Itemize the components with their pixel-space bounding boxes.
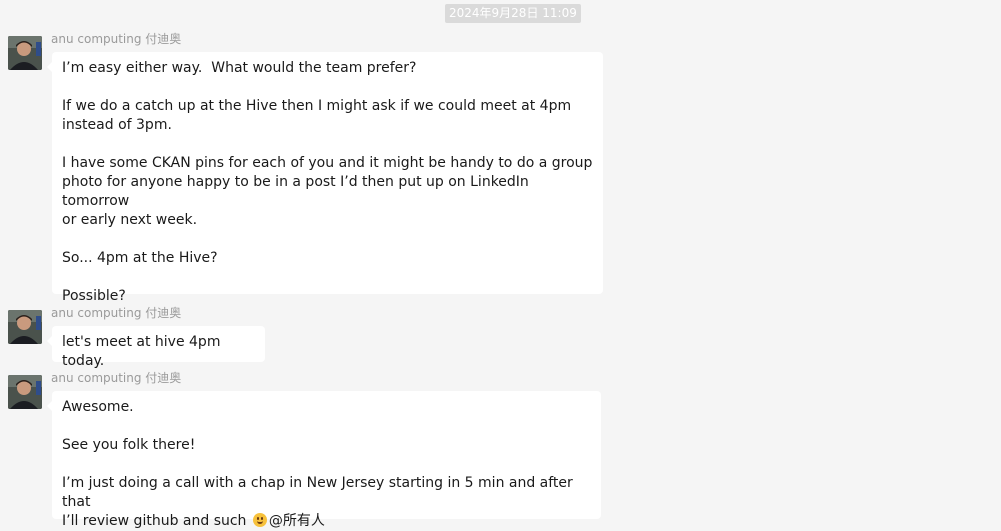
avatar[interactable] <box>8 36 42 70</box>
avatar[interactable] <box>8 310 42 344</box>
chat-window: 2024年9月28日 11:09 anu computing 付迪奥 I’m e… <box>0 0 1001 531</box>
message-text: If we do a catch up at the Hive then I m… <box>62 98 572 133</box>
timestamp: 2024年9月28日 11:09 <box>445 4 581 23</box>
avatar-photo-icon <box>8 375 42 409</box>
message-text: Possible? <box>62 288 126 304</box>
mention[interactable]: @所有人 <box>269 513 325 529</box>
message-bubble[interactable]: let's meet at hive 4pm today. <box>47 326 265 369</box>
sender-name: anu computing 付迪奥 <box>51 32 182 46</box>
sender-name: anu computing 付迪奥 <box>51 371 182 385</box>
avatar-photo-icon <box>8 310 42 344</box>
message-text: See you folk there! <box>62 437 196 453</box>
message-text: I’m just doing a call with a chap in New… <box>62 474 591 531</box>
message-text: let's meet at hive 4pm today. <box>62 334 225 369</box>
message-text: Awesome. <box>62 399 134 415</box>
avatar[interactable] <box>8 375 42 409</box>
message-bubble[interactable]: I’m easy either way. What would the team… <box>47 52 603 304</box>
message-bubble[interactable]: Awesome. See you folk there! I’m just do… <box>47 391 601 529</box>
sender-name: anu computing 付迪奥 <box>51 306 182 320</box>
smile-emoji-icon <box>252 513 267 527</box>
message-text: So... 4pm at the Hive? <box>62 250 218 266</box>
message-text: I have some CKAN pins for each of you an… <box>62 155 593 228</box>
avatar-photo-icon <box>8 36 42 70</box>
message-text: I’m easy either way. What would the team… <box>62 60 417 76</box>
